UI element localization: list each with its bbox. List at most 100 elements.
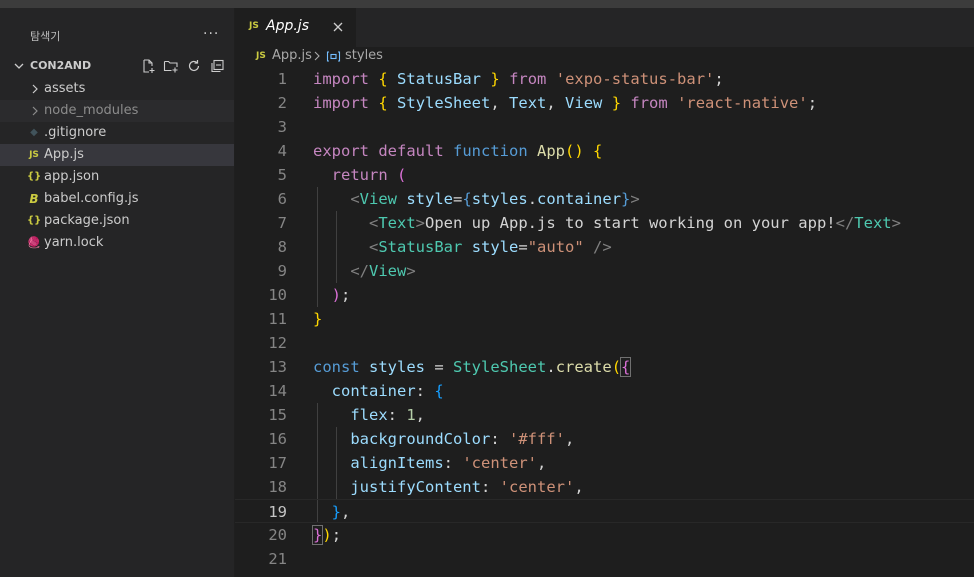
explorer-header: 탐색기 ···: [0, 16, 234, 48]
javascript-file-icon: JS: [256, 51, 266, 61]
code-text: <View style={styles.container}>: [350, 190, 640, 208]
line-number: 14: [268, 382, 287, 400]
code-text: <Text>Open up App.js to start working on…: [369, 214, 901, 232]
code-line: 21: [235, 547, 974, 571]
code-line: 18 justifyContent: 'center',: [235, 475, 974, 499]
code-line: 5 return (: [235, 163, 974, 187]
tree-item-gitignore[interactable]: ◆ .gitignore: [0, 122, 234, 144]
line-number: 6: [277, 190, 287, 208]
line-number: 9: [277, 262, 287, 280]
title-bar-strip: [0, 0, 974, 8]
code-line: 1 import { StatusBar } from 'expo-status-…: [235, 67, 974, 91]
code-text: },: [331, 503, 351, 521]
yarn-file-icon: 🧶: [27, 236, 41, 249]
line-number: 12: [268, 334, 287, 352]
tree-item-label: babel.config.js: [44, 191, 139, 206]
tree-item-babel-config[interactable]: B babel.config.js: [0, 188, 234, 210]
code-text: export default function App() {: [313, 142, 603, 160]
git-file-icon: ◆: [30, 127, 38, 138]
line-number: 7: [277, 214, 287, 232]
code-text: import { StatusBar } from 'expo-status-b…: [313, 70, 724, 88]
line-number: 21: [268, 550, 287, 568]
code-line: 13 const styles = StyleSheet.create({: [235, 355, 974, 379]
code-text: );: [331, 286, 351, 304]
code-line: 14 container: {: [235, 379, 974, 403]
tree-item-label: assets: [44, 81, 86, 96]
code-text: }: [313, 310, 323, 328]
code-line: 15 flex: 1,: [235, 403, 974, 427]
breadcrumb-file[interactable]: App.js: [272, 48, 312, 63]
chevron-right-icon: [32, 84, 38, 94]
code-line: 17 alignItems: 'center',: [235, 451, 974, 475]
code-line: 9 </View>: [235, 259, 974, 283]
code-line: 11}: [235, 307, 974, 331]
line-number: 5: [277, 166, 287, 184]
tree-item-label: .gitignore: [44, 125, 107, 140]
code-line: 2 import { StyleSheet, Text, View } from …: [235, 91, 974, 115]
tree-item-node-modules[interactable]: node_modules: [0, 100, 234, 122]
editor-tab-bar: JS App.js: [235, 8, 974, 47]
line-number: 10: [268, 286, 287, 304]
code-line: 20});: [235, 523, 974, 547]
new-folder-icon[interactable]: [163, 58, 179, 74]
new-file-icon[interactable]: [140, 58, 156, 74]
line-number: 19: [268, 503, 287, 521]
tree-item-label: app.json: [44, 169, 100, 184]
tab-app-js[interactable]: JS App.js: [235, 8, 356, 47]
babel-file-icon: B: [29, 192, 39, 206]
code-text: return (: [331, 166, 407, 184]
code-line: 6 <View style={styles.container}>: [235, 187, 974, 211]
explorer-actions: [140, 58, 225, 74]
code-line: 10 );: [235, 283, 974, 307]
tab-label: App.js: [266, 18, 309, 34]
javascript-file-icon: JS: [29, 150, 39, 160]
project-folder-header[interactable]: CON2AND: [0, 55, 234, 77]
explorer-sidebar: 탐색기 ··· CON2AND assets node_modules ◆ .g…: [0, 8, 235, 577]
code-text: <StatusBar style="auto" />: [369, 238, 612, 256]
project-name: CON2AND: [30, 59, 92, 72]
code-text: alignItems: 'center',: [350, 454, 547, 472]
more-actions-icon[interactable]: ···: [203, 26, 219, 42]
code-text: backgroundColor: '#fff',: [350, 430, 575, 448]
breadcrumb: JS App.js styles: [235, 47, 974, 67]
code-line: 12: [235, 331, 974, 355]
collapse-all-icon[interactable]: [209, 58, 225, 74]
json-file-icon: {}: [27, 171, 42, 182]
code-text: </View>: [350, 262, 416, 280]
tree-item-app-json[interactable]: {} app.json: [0, 166, 234, 188]
line-number: 18: [268, 478, 287, 496]
code-line-current: 19 },: [235, 499, 974, 523]
close-icon[interactable]: [332, 21, 344, 33]
breadcrumb-symbol[interactable]: styles: [345, 48, 383, 63]
line-number: 2: [277, 94, 287, 112]
code-text: const styles = StyleSheet.create({: [313, 357, 632, 377]
line-number: 3: [277, 118, 287, 136]
tree-item-label: yarn.lock: [44, 235, 104, 250]
line-number: 4: [277, 142, 287, 160]
tree-item-assets[interactable]: assets: [0, 78, 234, 100]
code-editor[interactable]: 1 import { StatusBar } from 'expo-status-…: [235, 67, 974, 577]
code-text: });: [311, 525, 342, 545]
code-line: 3: [235, 115, 974, 139]
variable-symbol-icon: [326, 51, 341, 62]
code-text: import { StyleSheet, Text, View } from '…: [313, 94, 818, 112]
javascript-file-icon: JS: [249, 21, 259, 31]
line-number: 15: [268, 406, 287, 424]
tree-item-label: App.js: [44, 147, 84, 162]
chevron-right-icon: [32, 106, 38, 116]
code-line: 8 <StatusBar style="auto" />: [235, 235, 974, 259]
code-text: flex: 1,: [350, 406, 426, 424]
line-number: 17: [268, 454, 287, 472]
code-text: container: {: [331, 382, 444, 400]
tree-item-yarn-lock[interactable]: 🧶 yarn.lock: [0, 232, 234, 254]
refresh-icon[interactable]: [186, 58, 202, 74]
tree-item-app-js[interactable]: JS App.js: [0, 144, 234, 166]
code-line: 16 backgroundColor: '#fff',: [235, 427, 974, 451]
tree-item-package-json[interactable]: {} package.json: [0, 210, 234, 232]
chevron-down-icon: [14, 63, 24, 69]
explorer-title: 탐색기: [30, 30, 61, 43]
line-number: 16: [268, 430, 287, 448]
code-text: justifyContent: 'center',: [350, 478, 584, 496]
chevron-right-icon: [314, 51, 320, 61]
json-file-icon: {}: [27, 215, 42, 226]
